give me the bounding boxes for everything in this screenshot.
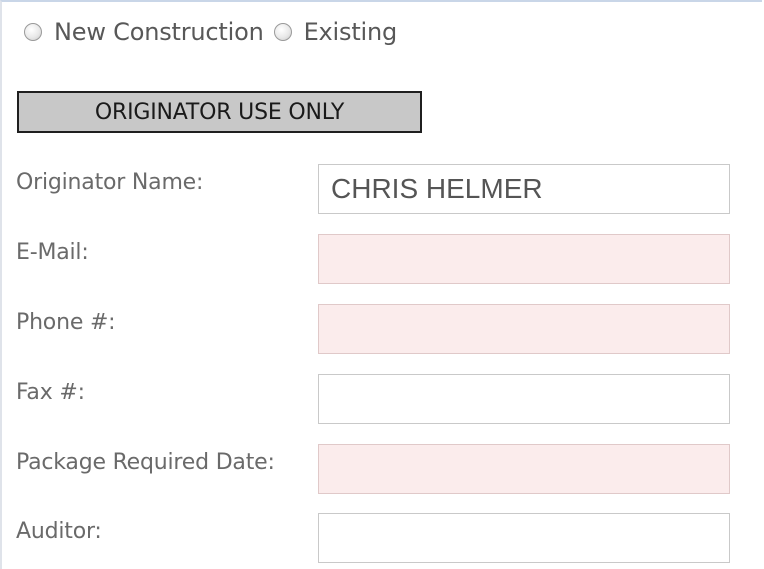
auditor-input[interactable]	[318, 513, 730, 563]
auditor-label: Auditor:	[16, 519, 102, 544]
phone-input[interactable]	[318, 304, 730, 354]
radio-new-construction[interactable]	[24, 23, 42, 41]
originator-name-label: Originator Name:	[16, 170, 204, 195]
phone-label: Phone #:	[16, 310, 116, 335]
fax-input[interactable]	[318, 374, 730, 424]
package-required-date-label: Package Required Date:	[16, 450, 275, 475]
section-header-originator: ORIGINATOR USE ONLY	[17, 91, 422, 133]
package-required-date-input[interactable]	[318, 444, 730, 494]
originator-name-input[interactable]: CHRIS HELMER	[318, 164, 730, 214]
construction-type-radio-group: New Construction Existing	[24, 14, 407, 50]
radio-new-construction-label[interactable]: New Construction	[54, 18, 264, 46]
radio-existing[interactable]	[273, 23, 292, 41]
email-input[interactable]	[318, 234, 730, 284]
radio-existing-label[interactable]: Existing	[304, 18, 398, 46]
fax-label: Fax #:	[16, 380, 85, 405]
email-label: E-Mail:	[16, 240, 89, 265]
